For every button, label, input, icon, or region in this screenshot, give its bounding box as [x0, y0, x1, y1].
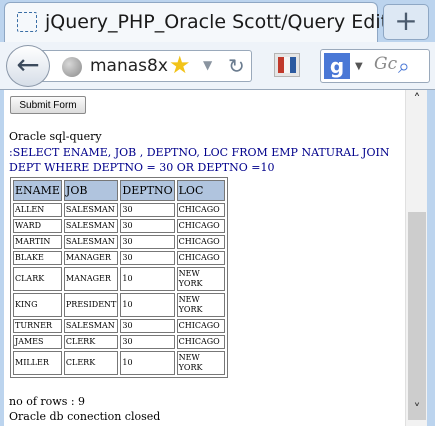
new-tab-button[interactable]: +	[383, 4, 429, 40]
reload-icon[interactable]: ↻	[228, 54, 245, 78]
vertical-scrollbar[interactable]: ˄ ˅	[405, 90, 427, 426]
row-count: no of rows : 9	[9, 395, 86, 408]
cell-deptno: 10	[120, 351, 175, 375]
cell-deptno: 10	[120, 267, 175, 291]
url-text[interactable]: manas8x	[90, 56, 168, 76]
tab-strip: jQuery_PHP_Oracle Scott/Query Editor +	[0, 0, 435, 42]
cell-loc: NEW YORK	[176, 351, 225, 375]
cell-deptno: 30	[120, 235, 175, 249]
cell-job: CLERK	[63, 351, 119, 375]
scroll-up-icon[interactable]: ˄	[406, 92, 428, 114]
cell-deptno: 30	[120, 203, 175, 217]
cell-ename: WARD	[13, 219, 62, 233]
header-deptno: DEPTNO	[120, 180, 175, 201]
search-dropdown-icon[interactable]: ▼	[355, 61, 363, 72]
table-row: CLARK MANAGER 10 NEW YORK	[13, 267, 225, 291]
cell-deptno: 10	[120, 293, 175, 317]
table-row: MILLER CLERK 10 NEW YORK	[13, 351, 225, 375]
search-icon[interactable]: ⌕	[398, 54, 410, 79]
cell-ename: BLAKE	[13, 251, 62, 265]
cell-loc: CHICAGO	[176, 235, 225, 249]
cell-deptno: 30	[120, 251, 175, 265]
cell-loc: NEW YORK	[176, 293, 225, 317]
submit-form-button[interactable]: Submit Form	[10, 96, 86, 114]
cell-loc: CHICAGO	[176, 319, 225, 333]
cell-ename: MILLER	[13, 351, 62, 375]
table-row: WARD SALESMAN 30 CHICAGO	[13, 219, 225, 233]
cell-job: MANAGER	[63, 267, 119, 291]
browser-tab[interactable]: jQuery_PHP_Oracle Scott/Query Editor	[4, 2, 408, 42]
cell-job: PRESIDENT	[63, 293, 119, 317]
nav-toolbar: ← manas8x ★ ▼ ↻ g ▼ Gc ⌕	[0, 42, 435, 90]
table-row: MARTIN SALESMAN 30 CHICAGO	[13, 235, 225, 249]
cell-deptno: 30	[120, 319, 175, 333]
cell-loc: CHICAGO	[176, 251, 225, 265]
cell-deptno: 30	[120, 219, 175, 233]
header-loc: LOC	[176, 180, 225, 201]
cell-job: SALESMAN	[63, 235, 119, 249]
back-icon[interactable]: ←	[6, 45, 50, 87]
cell-job: SALESMAN	[63, 203, 119, 217]
header-job: JOB	[63, 180, 119, 201]
extension-icon[interactable]	[274, 53, 300, 77]
star-icon[interactable]: ★	[169, 51, 191, 79]
cell-ename: KING	[13, 293, 62, 317]
search-input[interactable]: Gc	[374, 54, 397, 74]
globe-icon	[62, 57, 82, 77]
table-row: TURNER SALESMAN 30 CHICAGO	[13, 319, 225, 333]
table-row: JAMES CLERK 30 CHICAGO	[13, 335, 225, 349]
window-frame	[427, 90, 435, 426]
tab-title: jQuery_PHP_Oracle Scott/Query Editor	[45, 11, 408, 33]
cell-job: CLERK	[63, 335, 119, 349]
cell-deptno: 30	[120, 335, 175, 349]
table-row: KING PRESIDENT 10 NEW YORK	[13, 293, 225, 317]
page-icon	[17, 12, 37, 32]
table-row: BLAKE MANAGER 30 CHICAGO	[13, 251, 225, 265]
table-header-row: ENAME JOB DEPTNO LOC	[13, 180, 225, 201]
table-row: ALLEN SALESMAN 30 CHICAGO	[13, 203, 225, 217]
cell-ename: CLARK	[13, 267, 62, 291]
cell-ename: JAMES	[13, 335, 62, 349]
cell-loc: NEW YORK	[176, 267, 225, 291]
chevron-down-icon[interactable]: ▼	[203, 58, 212, 72]
sql-label: Oracle sql-query	[9, 130, 102, 143]
cell-job: MANAGER	[63, 251, 119, 265]
cell-ename: ALLEN	[13, 203, 62, 217]
cell-ename: MARTIN	[13, 235, 62, 249]
cell-job: SALESMAN	[63, 319, 119, 333]
cell-ename: TURNER	[13, 319, 62, 333]
cell-job: SALESMAN	[63, 219, 119, 233]
connection-status: Oracle db conection closed	[9, 410, 161, 423]
cell-loc: CHICAGO	[176, 219, 225, 233]
scroll-down-icon[interactable]: ˅	[406, 402, 428, 424]
result-table: ENAME JOB DEPTNO LOC ALLEN SALESMAN 30 CHIC…	[10, 177, 228, 378]
cell-loc: CHICAGO	[176, 203, 225, 217]
scroll-thumb[interactable]	[408, 212, 426, 420]
sql-query-text: :SELECT ENAME, JOB , DEPTNO, LOC FROM EM…	[9, 146, 390, 174]
google-icon[interactable]: g	[324, 53, 350, 79]
header-ename: ENAME	[13, 180, 62, 201]
cell-loc: CHICAGO	[176, 335, 225, 349]
